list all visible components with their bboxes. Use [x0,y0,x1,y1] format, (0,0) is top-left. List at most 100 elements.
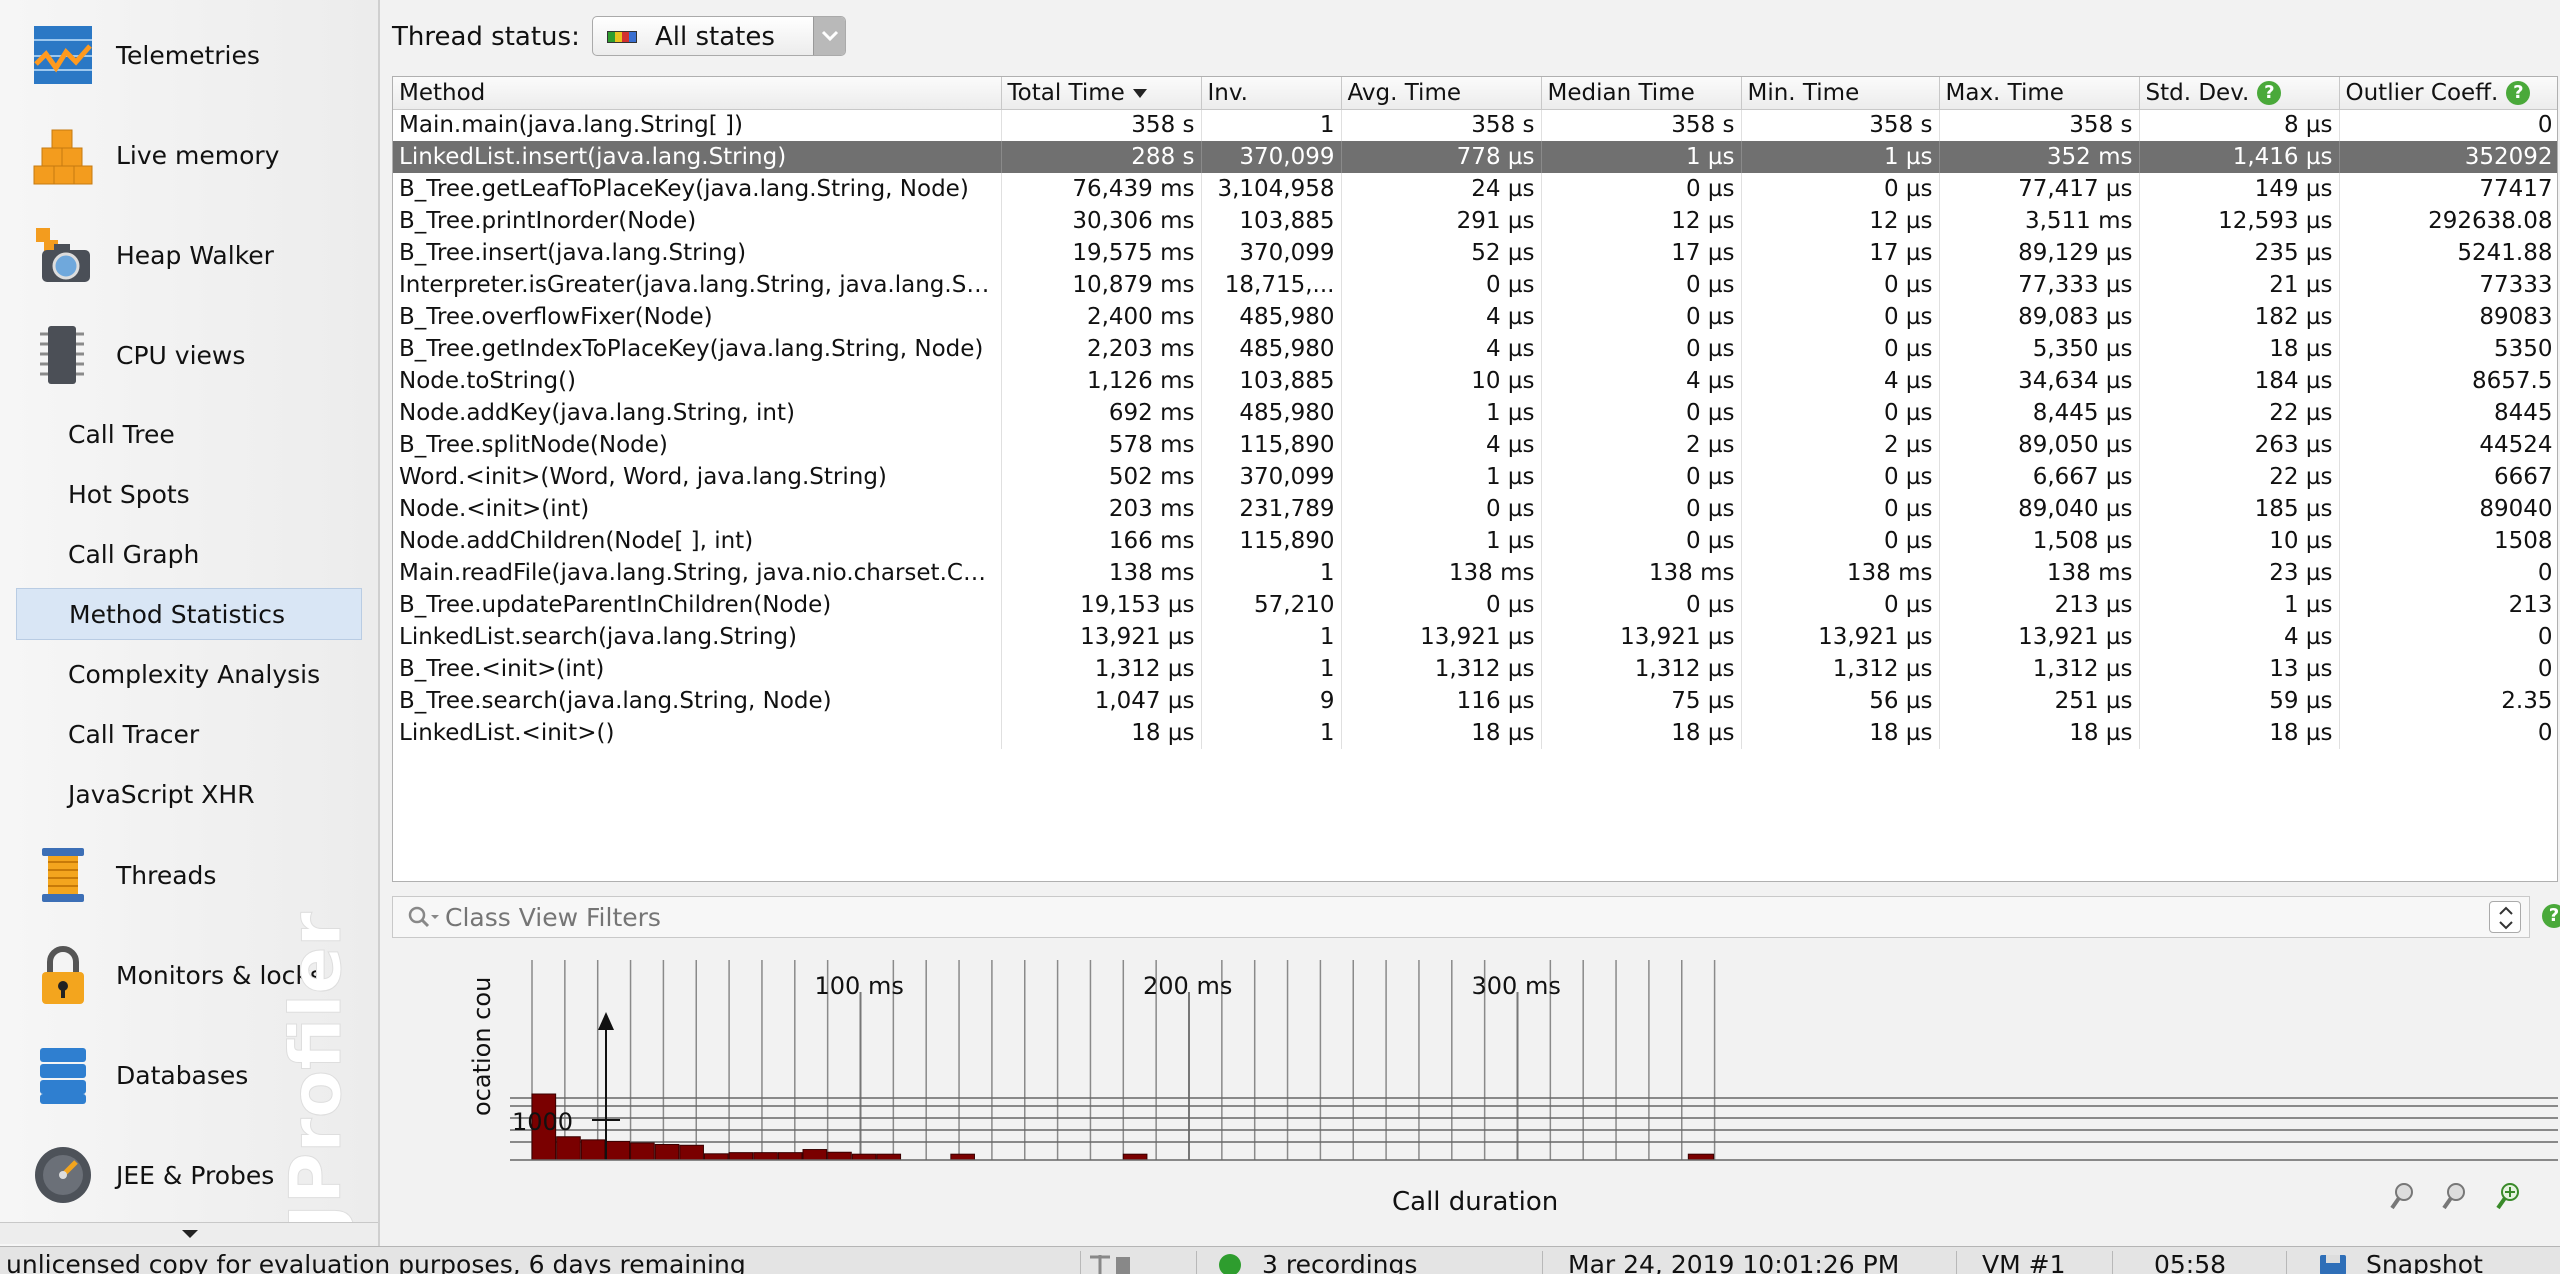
table-row[interactable]: Node.addChildren(Node[ ], int) 166 ms 115,… [393,525,2557,557]
metric-cell: 0 µs [1741,333,1940,365]
metric-cell: 13,921 µs [1341,621,1542,653]
zoom-in-icon[interactable] [2442,1183,2465,1210]
table-row[interactable]: Node.<init>(int) 203 ms 231,789 0 µs 0 µs 0 µ… [393,493,2557,525]
metric-cell: 10,879 ms [1001,269,1202,301]
table-row[interactable]: B_Tree.insert(java.lang.String) 19,575 ms… [393,237,2557,269]
table-row[interactable]: B_Tree.search(java.lang.String, Node) 1,0… [393,685,2557,717]
metric-cell: 18 µs [1939,717,2140,749]
metric-cell: 4 µs [2139,621,2340,653]
metric-cell: 4 µs [1541,365,1742,397]
metric-cell: 17 µs [1741,237,1940,269]
table-row[interactable]: Node.toString() 1,126 ms 103,885 10 µs 4 µs 4… [393,365,2557,397]
table-row[interactable]: LinkedList.search(java.lang.String) 13,92… [393,621,2557,653]
sidebar-item-javascript-xhr[interactable]: JavaScript XHR [16,768,362,820]
metric-cell: 1,312 µs [1001,653,1202,685]
metric-cell: 370,099 [1201,461,1342,493]
sidebar-item-telemetries[interactable]: Telemetries [0,10,378,100]
sidebar-item-method-statistics[interactable]: Method Statistics [16,588,362,640]
sidebar-scroll-down[interactable] [0,1222,378,1244]
metric-cell: 77417 [2339,173,2557,205]
metric-cell: 485,980 [1201,333,1342,365]
snapshot-label: Snapshot [2366,1250,2483,1274]
metric-cell: 12,593 µs [2139,205,2340,237]
table-row[interactable]: B_Tree.<init>(int) 1,312 µs 1 1,312 µs 1,312… [393,653,2557,685]
metric-cell: 10 µs [2139,525,2340,557]
table-row[interactable]: Main.readFile(java.lang.String, java.nio… [393,557,2557,589]
histogram-x-tick-label: 100 ms [815,972,904,1000]
status-bar: unlicensed copy for evaluation purposes,… [0,1246,2560,1274]
column-header-total-time[interactable]: Total Time [1001,77,1202,110]
metric-cell: 52 µs [1341,237,1542,269]
table-row[interactable]: B_Tree.getLeafToPlaceKey(java.lang.Strin… [393,173,2557,205]
recordings-count[interactable]: 3 recordings [1262,1247,1532,1274]
table-row[interactable]: Word.<init>(Word, Word, java.lang.String… [393,461,2557,493]
metric-cell: 21 µs [2139,269,2340,301]
column-header-median-time[interactable]: Median Time [1541,77,1742,110]
status-divider [1196,1251,1197,1274]
column-header-label: Std. Dev. [2145,79,2250,106]
column-header-inv[interactable]: Inv. [1201,77,1342,110]
table-row[interactable]: B_Tree.updateParentInChildren(Node) 19,15… [393,589,2557,621]
sidebar-item-complexity-analysis[interactable]: Complexity Analysis [16,648,362,700]
dropdown-arrow[interactable] [813,17,845,55]
help-icon[interactable]: ? [2257,81,2282,106]
search-icon[interactable] [407,905,441,931]
sidebar-item-heap-walker[interactable]: Heap Walker [0,210,378,300]
column-header-label: Outlier Coeff. [2345,79,2499,106]
filter-help-icon[interactable]: ? [2542,904,2560,928]
method-name-cell: Main.readFile(java.lang.String, java.nio… [393,557,1002,589]
table-row[interactable]: Node.addKey(java.lang.String, int) 692 ms… [393,397,2557,429]
metric-cell: 13 µs [2139,653,2340,685]
pin-icon[interactable] [1086,1247,1134,1274]
table-row[interactable]: LinkedList.insert(java.lang.String) 288 s… [393,141,2557,173]
sidebar-item-call-tree[interactable]: Call Tree [16,408,362,460]
histogram-bar [679,1144,704,1161]
histogram-bar [753,1152,778,1161]
metric-cell: 75 µs [1541,685,1742,717]
column-header-min-time[interactable]: Min. Time [1741,77,1940,110]
metric-cell: 57,210 [1201,589,1342,621]
class-view-filter-bar [392,896,2530,938]
method-name-cell: B_Tree.getIndexToPlaceKey(java.lang.Stri… [393,333,1002,365]
column-header-std-dev[interactable]: Std. Dev.? [2139,77,2340,110]
column-header-method[interactable]: Method [393,77,1002,110]
sidebar-item-cpu-views[interactable]: CPU views [0,310,378,400]
table-row[interactable]: B_Tree.splitNode(Node) 578 ms 115,890 4 µs 2… [393,429,2557,461]
metric-cell: 8445 [2339,397,2557,429]
table-row[interactable]: B_Tree.printInorder(Node) 30,306 ms 103,88… [393,205,2557,237]
metric-cell: 0 µs [1741,461,1940,493]
sidebar-item-call-tracer[interactable]: Call Tracer [16,708,362,760]
table-row[interactable]: LinkedList.<init>() 18 µs 1 18 µs 18 µs 18 µs… [393,717,2557,749]
column-header-label: Method [399,79,486,106]
column-header-outlier-coeff[interactable]: Outlier Coeff.? [2339,77,2557,110]
filter-mode-spinner[interactable] [2489,901,2521,933]
zoom-out-icon[interactable] [2390,1183,2413,1210]
histogram-bar [802,1149,828,1161]
sidebar-item-call-graph[interactable]: Call Graph [16,528,362,580]
table-row[interactable]: Main.main(java.lang.String[ ]) 358 s 1 358 … [393,109,2557,141]
metric-cell: 370,099 [1201,237,1342,269]
column-header-avg-time[interactable]: Avg. Time [1341,77,1542,110]
thread-status-dropdown[interactable]: All states [592,16,846,56]
table-row[interactable]: B_Tree.getIndexToPlaceKey(java.lang.Stri… [393,333,2557,365]
thread-status-label: Thread status: [392,22,580,52]
method-name-cell: B_Tree.splitNode(Node) [393,429,1002,461]
status-divider [2286,1251,2287,1274]
table-row[interactable]: Interpreter.isGreater(java.lang.String, … [393,269,2557,301]
column-header-label: Total Time [1007,79,1125,106]
sidebar-item-hot-spots[interactable]: Hot Spots [16,468,362,520]
histogram-bar [630,1142,655,1161]
class-view-filter-input[interactable] [445,901,2345,933]
metric-cell: 370,099 [1201,141,1342,173]
help-icon[interactable]: ? [2506,81,2531,106]
status-divider [2112,1251,2113,1274]
metric-cell: 13,921 µs [1741,621,1940,653]
sidebar-item-live-memory[interactable]: Live memory [0,110,378,200]
metric-cell: 1 µs [2139,589,2340,621]
zoom-fit-icon[interactable] [2496,1183,2519,1210]
metric-cell: 502 ms [1001,461,1202,493]
table-row[interactable]: B_Tree.overflowFixer(Node) 2,400 ms 485,98… [393,301,2557,333]
method-statistics-table: Method Total Time Inv. Avg. Time Median Time… [392,76,2558,882]
metric-cell: 18 µs [1541,717,1742,749]
column-header-max-time[interactable]: Max. Time [1939,77,2140,110]
